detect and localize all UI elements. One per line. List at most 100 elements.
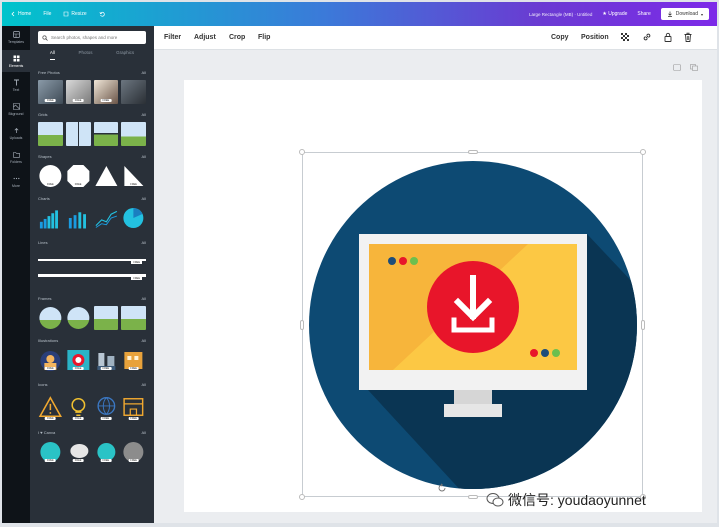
home-button[interactable]: Home [10,11,31,17]
search-box[interactable] [38,31,146,44]
section-charts: Charts All [38,196,146,230]
free-badge: FREE [128,417,139,420]
free-badge: FREE [45,417,56,420]
lightbulb-icon[interactable]: FREE [66,392,91,422]
link-icon[interactable] [642,32,652,42]
rotate-icon[interactable] [437,483,447,493]
photo-thumb[interactable]: FREE [93,80,119,104]
line-chart-thumb[interactable] [94,206,119,230]
circle-frame-thumb[interactable] [38,306,63,330]
resize-handle-top-left[interactable] [299,149,305,155]
upgrade-button[interactable]: ★ Upgrade [602,11,627,17]
see-all-link[interactable]: All [142,240,146,247]
section-title: Charts [38,196,50,201]
rect-frame-thumb[interactable] [93,306,119,330]
triangle-shape[interactable] [94,164,119,188]
line-thumb-thick[interactable]: FREE [38,274,146,280]
design-page[interactable] [184,80,702,512]
see-all-link[interactable]: All [142,112,146,119]
canva-sticker-thumb[interactable]: FREE [94,440,119,464]
rail-label: Bkground [8,111,24,116]
resize-handle-bottom-left[interactable] [299,494,305,500]
canvas-area: 微信号: youdaoyunnet [154,50,717,523]
lock-icon[interactable] [663,32,673,42]
crop-button[interactable]: Crop [229,34,245,41]
trash-icon[interactable] [683,32,693,42]
search-input[interactable] [51,35,146,40]
filter-button[interactable]: Filter [164,34,181,41]
illustration-thumb[interactable]: FREE [38,348,63,372]
warning-icon[interactable]: FREE [38,392,63,422]
illustration-thumb[interactable]: FREE [66,348,91,372]
rail-item-elements[interactable]: Elements [2,50,30,72]
resize-handle-top[interactable] [468,150,478,154]
section-title: Grids [38,112,48,117]
download-button[interactable]: Download ▾ [660,8,709,20]
grid-thumb[interactable] [121,122,146,146]
position-button[interactable]: Position [581,34,609,41]
see-all-link[interactable]: All [142,70,146,77]
duplicate-page-icon[interactable] [690,64,698,71]
transparency-icon[interactable] [620,32,630,42]
free-badge: FREE [45,183,56,186]
grid-thumb[interactable] [93,122,119,146]
rail-item-uploads[interactable]: Uploads [2,122,30,144]
grid-thumb[interactable] [65,122,91,146]
canva-sticker-thumb[interactable]: FREE [38,440,63,464]
document-name[interactable]: Large Rectangle (MB) · Untitled [529,12,592,17]
octagon-shape[interactable]: FREE [66,164,91,188]
see-all-link[interactable]: All [142,338,146,345]
free-badge: FREE [131,277,142,280]
rail-item-text[interactable]: Text [2,74,30,96]
photo-thumb[interactable] [121,80,146,104]
free-badge: FREE [72,367,84,370]
bar-chart-thumb-2[interactable] [66,206,91,230]
circle-shape[interactable]: FREE [38,164,63,188]
free-badge: FREE [72,183,84,186]
add-note-icon[interactable] [673,64,681,71]
bar-chart-thumb[interactable] [38,206,63,230]
resize-handle-right[interactable] [641,320,645,330]
globe-icon[interactable]: FREE [94,392,119,422]
illustration-thumb[interactable]: FREE [94,348,119,372]
line-thumb[interactable]: FREE [38,259,146,264]
panel-tabs: All Photos Graphics [38,50,146,60]
rail-item-background[interactable]: Bkground [2,98,30,120]
resize-handle-top-right[interactable] [640,149,646,155]
wechat-watermark: 微信号: youdaoyunnet [486,490,646,510]
file-menu[interactable]: File [43,11,51,17]
circle-frame-thumb-2[interactable] [66,306,91,330]
see-all-link[interactable]: All [142,296,146,303]
see-all-link[interactable]: All [142,196,146,203]
see-all-link[interactable]: All [142,154,146,161]
adjust-button[interactable]: Adjust [194,34,216,41]
free-badge: FREE [128,367,139,370]
photo-thumb[interactable]: FREE [65,80,91,104]
canva-sticker-thumb[interactable]: FREE [66,440,91,464]
photo-thumb[interactable]: FREE [38,80,63,104]
see-all-link[interactable]: All [142,430,146,437]
storefront-icon[interactable]: FREE [121,392,146,422]
canva-sticker-thumb[interactable]: FREE [121,440,146,464]
undo-button[interactable] [99,11,105,17]
right-triangle-shape[interactable]: FREE [121,164,146,188]
resize-handle-bottom[interactable] [468,495,478,499]
resize-button[interactable]: Resize [63,11,87,17]
pie-chart-thumb[interactable] [121,206,146,230]
rail-item-templates[interactable]: Templates [2,26,30,48]
rect-frame-thumb-2[interactable] [121,306,146,330]
rail-item-more[interactable]: More [2,170,30,192]
section-title: Shapes [38,154,52,159]
resize-handle-left[interactable] [300,320,304,330]
share-button[interactable]: Share [637,11,650,17]
tab-graphics[interactable]: Graphics [116,50,134,60]
see-all-link[interactable]: All [142,382,146,389]
tab-photos[interactable]: Photos [78,50,92,60]
tab-all[interactable]: All [49,50,55,60]
home-label: Home [18,11,32,17]
illustration-thumb[interactable]: FREE [121,348,146,372]
rail-item-folders[interactable]: Folders [2,146,30,168]
copy-button[interactable]: Copy [551,34,569,41]
flip-button[interactable]: Flip [258,34,270,41]
grid-thumb[interactable] [38,122,63,146]
